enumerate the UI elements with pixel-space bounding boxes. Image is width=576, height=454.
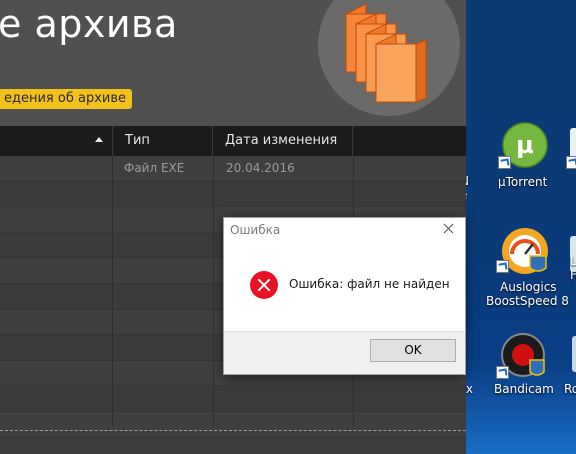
shortcut-arrow-icon [566, 156, 576, 169]
desktop-icon-auslogics[interactable]: Auslogics BoostSpeed 8 [486, 224, 569, 309]
dialog-footer: OK [224, 331, 465, 374]
svg-text:µ: µ [516, 131, 534, 159]
column-header-name[interactable] [0, 126, 113, 156]
desktop-icon-label: Bandicam [494, 382, 554, 396]
archive-header: е архива едения об архиве [0, 0, 466, 126]
desktop-icon-label: tex [466, 382, 473, 396]
desktop-icon-label: H [570, 268, 576, 282]
desktop-icon-label: BoostSpeed 8 [486, 294, 569, 308]
close-icon[interactable] [441, 221, 457, 237]
drop-zone-border [0, 430, 466, 431]
sort-ascending-icon [95, 137, 103, 142]
cell-date: 20.04.2016 [226, 161, 295, 175]
table-row[interactable] [0, 181, 466, 208]
column-header-extra[interactable] [354, 126, 466, 156]
archive-books-icon [345, 3, 427, 103]
desktop-icon-label: Ro [564, 382, 576, 396]
column-divider [213, 156, 214, 426]
table-row[interactable] [0, 411, 466, 438]
desktop-icon-label: e [466, 188, 467, 202]
column-divider [112, 156, 113, 426]
dialog-message: Ошибка: файл не найден [289, 277, 450, 291]
desktop-icon-label: µTorrent [498, 175, 548, 189]
ok-button[interactable]: OK [370, 339, 456, 362]
table-row[interactable]: Файл EXE 20.04.2016 [0, 156, 466, 182]
shortcut-arrow-icon [498, 156, 511, 169]
desktop-icon-utorrent[interactable]: µ µTorrent [496, 118, 556, 193]
desktop-icon-label: L [570, 254, 576, 268]
error-icon [250, 271, 278, 299]
desktop: N e tex µ µTorrent Auslogics BoostSpeed … [466, 0, 576, 454]
archive-title: е архива [0, 2, 178, 46]
cell-type: Файл EXE [124, 161, 185, 175]
shortcut-arrow-icon [496, 366, 509, 379]
dialog-title: Ошибка [230, 223, 281, 237]
column-header-type[interactable]: Тип [113, 126, 213, 156]
desktop-icon-label: Auslogics [500, 280, 557, 294]
column-header-date[interactable]: Дата изменения [214, 126, 353, 156]
shortcut-arrow-icon [496, 260, 509, 273]
file-table-header: Тип Дата изменения [0, 126, 466, 156]
desktop-icon-label: N [466, 174, 469, 188]
archive-info-button[interactable]: едения об архиве [0, 89, 133, 109]
error-dialog: Ошибка Ошибка: файл не найден OK [223, 217, 466, 375]
desktop-icon-partial-right[interactable] [572, 336, 576, 372]
desktop-icon-bandicam[interactable]: Bandicam [492, 330, 556, 400]
table-row[interactable] [0, 386, 466, 412]
